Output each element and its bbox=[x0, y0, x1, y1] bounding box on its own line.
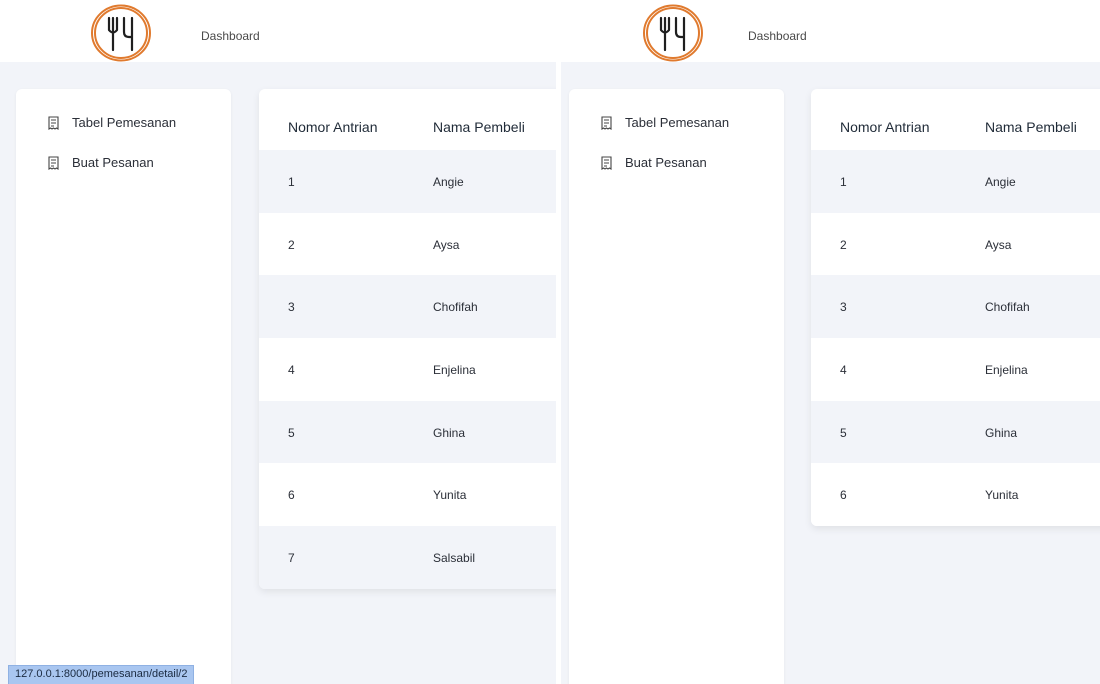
buyer-name: Yunita bbox=[985, 488, 1019, 503]
table-row[interactable]: 6 Yunita bbox=[811, 463, 1100, 527]
table-header: Nomor Antrian Nama Pembeli bbox=[811, 89, 1100, 150]
queue-number: 7 bbox=[288, 551, 295, 566]
nav-dashboard-link[interactable]: Dashboard bbox=[748, 29, 807, 43]
column-header-nomor-antrian: Nomor Antrian bbox=[840, 119, 930, 135]
orders-table: Nomor Antrian Nama Pembeli 1 Angie 2 Aysa … bbox=[811, 89, 1100, 527]
receipt-icon bbox=[47, 155, 60, 170]
buyer-name: Enjelina bbox=[433, 363, 476, 378]
sidebar: Tabel Pemesanan Buat Pesanan bbox=[569, 89, 784, 684]
sidebar-item-label: Buat Pesanan bbox=[72, 155, 154, 170]
table-row[interactable]: 2 Aysa bbox=[811, 212, 1100, 276]
buyer-name: Angie bbox=[985, 175, 1016, 189]
table-row[interactable]: 5 Ghina bbox=[811, 400, 1100, 464]
table-body: 1 Angie 2 Aysa 3 Chofifah 4 Enjelina 5 Ghina … bbox=[259, 150, 556, 589]
queue-number: 5 bbox=[288, 425, 295, 440]
table-row[interactable]: 3 Chofifah bbox=[811, 275, 1100, 339]
queue-number: 6 bbox=[288, 488, 295, 503]
column-header-nomor-antrian: Nomor Antrian bbox=[288, 119, 378, 135]
table-row[interactable]: 1 Angie bbox=[811, 150, 1100, 213]
column-header-nama-pembeli: Nama Pembeli bbox=[985, 119, 1077, 135]
table-row[interactable]: 7 Salsabil bbox=[259, 526, 556, 589]
receipt-icon bbox=[600, 115, 613, 130]
sidebar-item-tabel-pemesanan[interactable]: Tabel Pemesanan bbox=[600, 115, 729, 130]
receipt-icon bbox=[600, 155, 613, 170]
sidebar: Tabel Pemesanan Buat Pesanan bbox=[16, 89, 231, 684]
buyer-name: Enjelina bbox=[985, 363, 1028, 378]
queue-number: 4 bbox=[288, 363, 295, 378]
status-bar-url: 127.0.0.1:8000/pemesanan/detail/2 bbox=[8, 665, 195, 684]
orders-table: Nomor Antrian Nama Pembeli 1 Angie 2 Aysa … bbox=[259, 89, 556, 589]
queue-number: 4 bbox=[840, 363, 847, 378]
table-row[interactable]: 4 Enjelina bbox=[259, 338, 556, 401]
table-body: 1 Angie 2 Aysa 3 Chofifah 4 Enjelina 5 Ghina … bbox=[811, 150, 1100, 527]
table-row[interactable]: 5 Ghina bbox=[259, 400, 556, 464]
sidebar-item-buat-pesanan[interactable]: Buat Pesanan bbox=[600, 155, 707, 170]
buyer-name: Aysa bbox=[433, 237, 460, 252]
table-row[interactable]: 1 Angie bbox=[259, 150, 556, 213]
queue-number: 3 bbox=[288, 300, 295, 315]
queue-number: 1 bbox=[840, 175, 847, 189]
top-navbar: Dashboard bbox=[0, 0, 556, 62]
sidebar-item-label: Buat Pesanan bbox=[625, 155, 707, 170]
queue-number: 2 bbox=[288, 237, 295, 252]
right-pane: Dashboard Tabel Pemesanan Buat Pesanan N… bbox=[561, 0, 1100, 684]
table-row[interactable]: 2 Aysa bbox=[259, 212, 556, 276]
sidebar-item-label: Tabel Pemesanan bbox=[72, 115, 177, 130]
table-row[interactable]: 4 Enjelina bbox=[811, 338, 1100, 401]
left-pane: Dashboard Tabel Pemesanan Buat Pesanan N… bbox=[0, 0, 556, 684]
sidebar-item-buat-pesanan[interactable]: Buat Pesanan bbox=[47, 155, 154, 170]
table-row[interactable]: 6 Yunita bbox=[259, 463, 556, 527]
buyer-name: Yunita bbox=[433, 488, 467, 503]
sidebar-item-label: Tabel Pemesanan bbox=[625, 115, 730, 130]
buyer-name: Chofifah bbox=[433, 300, 478, 315]
buyer-name: Salsabil bbox=[433, 551, 476, 566]
queue-number: 5 bbox=[840, 425, 847, 440]
receipt-icon bbox=[47, 115, 60, 130]
buyer-name: Ghina bbox=[433, 425, 466, 440]
table-row[interactable]: 3 Chofifah bbox=[259, 275, 556, 339]
queue-number: 1 bbox=[288, 175, 295, 189]
queue-number: 2 bbox=[840, 237, 847, 252]
queue-number: 3 bbox=[840, 300, 847, 315]
table-header: Nomor Antrian Nama Pembeli bbox=[259, 89, 556, 150]
column-header-nama-pembeli: Nama Pembeli bbox=[433, 119, 525, 135]
nav-dashboard-link[interactable]: Dashboard bbox=[201, 29, 260, 43]
buyer-name: Aysa bbox=[985, 237, 1012, 252]
sidebar-item-tabel-pemesanan[interactable]: Tabel Pemesanan bbox=[47, 115, 176, 130]
queue-number: 6 bbox=[840, 488, 847, 503]
restaurant-logo[interactable] bbox=[641, 4, 705, 62]
restaurant-logo[interactable] bbox=[89, 4, 153, 62]
top-navbar: Dashboard bbox=[561, 0, 1100, 62]
buyer-name: Angie bbox=[433, 175, 464, 189]
buyer-name: Ghina bbox=[985, 425, 1018, 440]
buyer-name: Chofifah bbox=[985, 300, 1030, 315]
